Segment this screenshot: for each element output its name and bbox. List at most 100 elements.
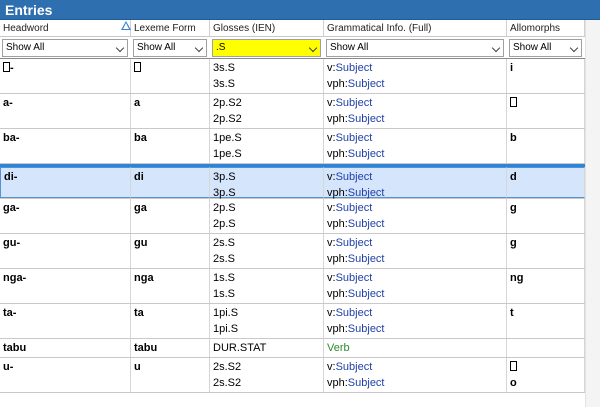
lexeme-text: nga <box>134 272 154 284</box>
allomorphs-cell[interactable]: b <box>507 129 585 163</box>
lexeme-cell[interactable]: ba <box>131 129 210 163</box>
glosses-cell[interactable]: 3p.S 3p.S <box>210 167 324 199</box>
grammatical-info-link[interactable]: Subject <box>348 113 385 125</box>
grammatical-info-filter-select[interactable]: Show All <box>326 39 504 57</box>
grammatical-info-cell[interactable]: v:Subject vph:Subject <box>324 59 507 93</box>
table-row[interactable]: - 3s.S 3s.S v:Subject vph:Subject i <box>0 59 600 94</box>
allomorphs-cell[interactable]: g <box>507 234 585 268</box>
lexeme-cell[interactable]: di <box>131 167 210 198</box>
grammatical-info-link[interactable]: Subject <box>336 272 373 284</box>
column-header-headword[interactable]: Headword <box>0 20 131 36</box>
table-row[interactable]: a-a 2p.S2 2p.S2 v:Subject vph:Subject <box>0 94 600 129</box>
filter-value: Show All <box>6 42 45 53</box>
grammatical-info-link[interactable]: Subject <box>336 132 373 144</box>
grammatical-info-link[interactable]: Subject <box>336 361 373 373</box>
grammatical-info-link[interactable]: Subject <box>348 148 385 160</box>
headword-cell[interactable]: ga- <box>0 199 131 233</box>
sort-triangle-icon[interactable] <box>121 21 131 30</box>
grammatical-info-cell[interactable]: v:Subject vph:Subject <box>324 358 507 392</box>
gloss-text: 2s.S2 <box>213 361 242 373</box>
glosses-cell[interactable]: 2p.S2 2p.S2 <box>210 94 324 128</box>
column-header-lexeme-form[interactable]: Lexeme Form <box>121 20 210 36</box>
table-row[interactable]: nga-nga 1s.S 1s.S v:Subject vph:Subject ng <box>0 269 600 304</box>
table-row[interactable]: gu-gu 2s.S 2s.S v:Subject vph:Subject g <box>0 234 600 269</box>
lexeme-cell[interactable]: nga <box>131 269 210 303</box>
gloss-text: 1pe.S <box>213 148 242 160</box>
grammatical-info-link[interactable]: Subject <box>336 62 373 74</box>
headword-cell[interactable]: u- <box>0 358 131 392</box>
table-row[interactable]: u-u 2s.S2 2s.S2 v:Subject vph:Subject o <box>0 358 600 393</box>
grammatical-info-link[interactable]: Subject <box>348 288 385 300</box>
headword-cell[interactable]: a- <box>0 94 131 128</box>
grammatical-info-link[interactable]: Subject <box>336 307 373 319</box>
chevron-down-icon <box>115 43 125 53</box>
glosses-cell[interactable]: 2s.S2 2s.S2 <box>210 358 324 392</box>
glosses-cell[interactable]: 1pi.S 1pi.S <box>210 304 324 338</box>
grammatical-info-link[interactable]: Subject <box>336 171 373 183</box>
allomorphs-cell[interactable]: o <box>507 358 585 392</box>
column-header-grammatical-info[interactable]: Grammatical Info. (Full) <box>324 20 507 36</box>
allomorphs-cell[interactable]: g <box>507 199 585 233</box>
grammatical-info-link[interactable]: Subject <box>336 202 373 214</box>
headword-cell[interactable]: - <box>0 59 131 93</box>
grammatical-info-link[interactable]: Subject <box>348 323 385 335</box>
lexeme-cell[interactable]: u <box>131 358 210 392</box>
glosses-cell[interactable]: 3s.S 3s.S <box>210 59 324 93</box>
glosses-cell[interactable]: 1pe.S 1pe.S <box>210 129 324 163</box>
headword-cell[interactable]: nga- <box>0 269 131 303</box>
glosses-filter-select[interactable]: .S <box>212 39 321 57</box>
column-header-allomorphs[interactable]: Allomorphs <box>507 20 585 36</box>
lexeme-cell[interactable]: a <box>131 94 210 128</box>
grammatical-info-cell[interactable]: v:Subject vph:Subject <box>324 129 507 163</box>
grammatical-info-link[interactable]: Subject <box>336 97 373 109</box>
grammatical-info-link[interactable]: Subject <box>336 237 373 249</box>
grammatical-info-link[interactable]: Subject <box>348 253 385 265</box>
grammatical-info-cell[interactable]: v:Subject vph:Subject <box>324 199 507 233</box>
lexeme-filter-select[interactable]: Show All <box>133 39 207 57</box>
column-header-glosses[interactable]: Glosses (IEN) <box>210 20 324 36</box>
grammatical-info-link[interactable]: Subject <box>348 78 385 90</box>
table-row[interactable]: ba-ba 1pe.S 1pe.S v:Subject vph:Subject b <box>0 129 600 164</box>
grammatical-info-link[interactable]: Subject <box>348 218 385 230</box>
headword-cell[interactable]: tabu <box>0 339 131 357</box>
table-row[interactable]: ta-ta 1pi.S 1pi.S v:Subject vph:Subject t <box>0 304 600 339</box>
allomorphs-cell[interactable]: d <box>507 167 585 198</box>
allomorphs-cell[interactable]: ng <box>507 269 585 303</box>
undisplayable-glyph-icon <box>134 62 141 72</box>
allomorphs-cell[interactable]: i <box>507 59 585 93</box>
headword-cell[interactable]: ba- <box>0 129 131 163</box>
glosses-cell[interactable]: 1s.S 1s.S <box>210 269 324 303</box>
lexeme-cell[interactable]: ga <box>131 199 210 233</box>
allomorph-text: ng <box>510 272 524 284</box>
lexeme-cell[interactable]: tabu <box>131 339 210 357</box>
headword-cell[interactable]: ta- <box>0 304 131 338</box>
grammatical-info-link[interactable]: Verb <box>327 342 350 354</box>
glosses-cell[interactable]: 2p.S 2p.S <box>210 199 324 233</box>
allomorphs-filter-select[interactable]: Show All <box>509 39 582 57</box>
allomorphs-cell[interactable]: t <box>507 304 585 338</box>
grammatical-info-line: vph:Subject <box>327 76 503 92</box>
grammatical-info-cell[interactable]: v:Subject vph:Subject <box>324 304 507 338</box>
grammatical-info-cell[interactable]: v:Subject vph:Subject <box>324 269 507 303</box>
grammatical-info-cell[interactable]: v:Subject vph:Subject <box>324 234 507 268</box>
grammatical-info-link[interactable]: Subject <box>348 187 385 199</box>
lexeme-cell[interactable]: ta <box>131 304 210 338</box>
grammatical-info-cell[interactable]: Verb <box>324 339 507 357</box>
headword-filter-select[interactable]: Show All <box>2 39 128 57</box>
grammatical-info-cell[interactable]: v:Subject vph:Subject <box>324 167 507 199</box>
vertical-scrollbar[interactable] <box>585 20 600 407</box>
headword-cell[interactable]: di- <box>0 167 131 198</box>
headword-cell[interactable]: gu- <box>0 234 131 268</box>
table-row[interactable]: di-di 3p.S 3p.S v:Subject vph:Subject d <box>0 164 600 199</box>
grammatical-info-link[interactable]: Subject <box>348 377 385 389</box>
table-row[interactable]: ga-ga 2p.S 2p.S v:Subject vph:Subject g <box>0 199 600 234</box>
grammatical-info-cell[interactable]: v:Subject vph:Subject <box>324 94 507 128</box>
allomorphs-cell[interactable] <box>507 94 585 128</box>
table-row[interactable]: tabu tabu DUR.STAT Verb <box>0 339 600 358</box>
glosses-cell[interactable]: 2s.S 2s.S <box>210 234 324 268</box>
lexeme-cell[interactable]: gu <box>131 234 210 268</box>
glosses-cell[interactable]: DUR.STAT <box>210 339 324 357</box>
lexeme-cell[interactable] <box>131 59 210 93</box>
allomorphs-cell[interactable] <box>507 339 585 357</box>
grammatical-info-line: v:Subject <box>327 60 503 76</box>
